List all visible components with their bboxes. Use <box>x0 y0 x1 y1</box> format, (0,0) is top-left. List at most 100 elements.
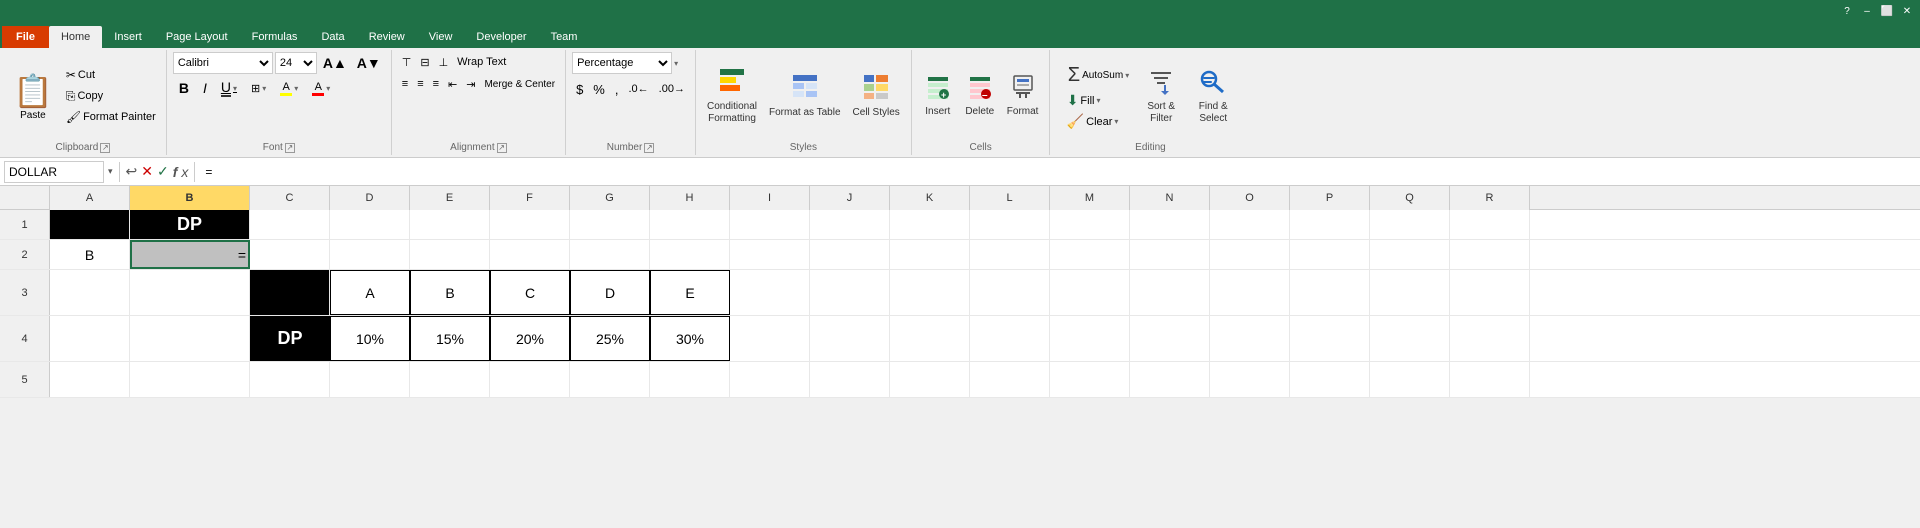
minimize-btn[interactable]: – <box>1858 3 1876 19</box>
cell-q1[interactable] <box>1370 210 1450 239</box>
cell-e5[interactable] <box>410 362 490 397</box>
cell-f4[interactable]: 20% <box>490 316 570 361</box>
tab-view[interactable]: View <box>417 26 465 48</box>
name-box-arrow[interactable]: ▾ <box>108 166 113 177</box>
cell-r1[interactable] <box>1450 210 1530 239</box>
conditional-formatting-button[interactable]: ConditionalFormatting <box>702 64 762 128</box>
comma-btn[interactable]: , <box>611 79 623 99</box>
cell-o4[interactable] <box>1210 316 1290 361</box>
cell-h4[interactable]: 30% <box>650 316 730 361</box>
tab-review[interactable]: Review <box>357 26 417 48</box>
row-header-3[interactable]: 3 <box>0 270 50 315</box>
restore-btn[interactable]: ⬜ <box>1878 3 1896 19</box>
col-header-n[interactable]: N <box>1130 186 1210 210</box>
increase-decimal-btn[interactable]: .00→ <box>655 79 689 99</box>
cell-p5[interactable] <box>1290 362 1370 397</box>
col-header-m[interactable]: M <box>1050 186 1130 210</box>
row-header-1[interactable]: 1 <box>0 210 50 239</box>
tab-formulas[interactable]: Formulas <box>240 26 310 48</box>
cell-p2[interactable] <box>1290 240 1370 269</box>
paste-button[interactable]: 📋 Paste <box>6 69 60 124</box>
sort-filter-button[interactable]: Sort &Filter <box>1136 64 1186 128</box>
fill-button[interactable]: ⬇ Fill ▾ <box>1063 91 1135 111</box>
tab-developer[interactable]: Developer <box>464 26 538 48</box>
cell-q4[interactable] <box>1370 316 1450 361</box>
number-format-select[interactable]: Percentage <box>572 52 672 74</box>
cell-i5[interactable] <box>730 362 810 397</box>
format-button[interactable]: Format <box>1002 71 1044 121</box>
font-color-button[interactable]: A ▾ <box>306 78 336 98</box>
font-family-select[interactable]: Calibri <box>173 52 273 74</box>
cell-o1[interactable] <box>1210 210 1290 239</box>
cell-q5[interactable] <box>1370 362 1450 397</box>
col-header-f[interactable]: F <box>490 186 570 210</box>
format-painter-button[interactable]: 🖌 Format Painter <box>62 107 160 127</box>
cell-i2[interactable] <box>730 240 810 269</box>
cell-l2[interactable] <box>970 240 1050 269</box>
cell-c1[interactable] <box>250 210 330 239</box>
decrease-indent-btn[interactable]: ⇤ <box>444 74 461 94</box>
cell-e2[interactable] <box>410 240 490 269</box>
tab-data[interactable]: Data <box>309 26 356 48</box>
cell-k1[interactable] <box>890 210 970 239</box>
cell-g2[interactable] <box>570 240 650 269</box>
align-middle-btn[interactable]: ⊟ <box>416 52 433 72</box>
cell-h1[interactable] <box>650 210 730 239</box>
increase-font-btn[interactable]: A▲ <box>319 53 351 73</box>
currency-btn[interactable]: $ <box>572 79 587 99</box>
insert-button[interactable]: + Insert <box>918 71 958 121</box>
cell-n1[interactable] <box>1130 210 1210 239</box>
cell-d2[interactable] <box>330 240 410 269</box>
cell-r3[interactable] <box>1450 270 1530 315</box>
fill-color-button[interactable]: A ▾ <box>274 78 304 98</box>
cell-o2[interactable] <box>1210 240 1290 269</box>
col-header-e[interactable]: E <box>410 186 490 210</box>
col-header-p[interactable]: P <box>1290 186 1370 210</box>
cell-q2[interactable] <box>1370 240 1450 269</box>
cell-d1[interactable] <box>330 210 410 239</box>
cell-m3[interactable] <box>1050 270 1130 315</box>
cell-d5[interactable] <box>330 362 410 397</box>
wrap-text-button[interactable]: Wrap Text <box>453 52 510 72</box>
cell-j1[interactable] <box>810 210 890 239</box>
cell-e3[interactable]: B <box>410 270 490 315</box>
cell-b5[interactable] <box>130 362 250 397</box>
col-header-g[interactable]: G <box>570 186 650 210</box>
cell-k2[interactable] <box>890 240 970 269</box>
cell-a1[interactable] <box>50 210 130 239</box>
cut-button[interactable]: ✂ Cut <box>62 65 160 85</box>
cell-e1[interactable] <box>410 210 490 239</box>
col-header-d[interactable]: D <box>330 186 410 210</box>
format-as-table-button[interactable]: Format as Table <box>764 70 846 122</box>
cell-r2[interactable] <box>1450 240 1530 269</box>
col-header-c[interactable]: C <box>250 186 330 210</box>
decrease-font-btn[interactable]: A▼ <box>353 53 385 73</box>
align-top-btn[interactable]: ⊤ <box>398 52 416 72</box>
cell-k5[interactable] <box>890 362 970 397</box>
insert-function-icon[interactable]: f <box>173 164 178 180</box>
tab-home[interactable]: Home <box>49 26 102 48</box>
cell-p1[interactable] <box>1290 210 1370 239</box>
cell-n5[interactable] <box>1130 362 1210 397</box>
tab-insert[interactable]: Insert <box>102 26 154 48</box>
cell-b3[interactable] <box>130 270 250 315</box>
cell-k4[interactable] <box>890 316 970 361</box>
cell-o5[interactable] <box>1210 362 1290 397</box>
cell-f5[interactable] <box>490 362 570 397</box>
cell-styles-button[interactable]: Cell Styles <box>848 70 905 122</box>
col-header-a[interactable]: A <box>50 186 130 210</box>
copy-button[interactable]: ⎘ Copy <box>62 86 160 106</box>
align-center-btn[interactable]: ≡ <box>413 74 427 94</box>
col-header-i[interactable]: I <box>730 186 810 210</box>
cell-g3[interactable]: D <box>570 270 650 315</box>
cancel-formula-icon[interactable]: ✕ <box>141 163 153 180</box>
cell-l4[interactable] <box>970 316 1050 361</box>
border-button[interactable]: ⊞ ▾ <box>245 78 272 98</box>
cell-i4[interactable] <box>730 316 810 361</box>
underline-button[interactable]: U ▾ <box>215 78 243 98</box>
cell-h5[interactable] <box>650 362 730 397</box>
cell-p4[interactable] <box>1290 316 1370 361</box>
cell-d3[interactable]: A <box>330 270 410 315</box>
align-left-btn[interactable]: ≡ <box>398 74 412 94</box>
cell-j2[interactable] <box>810 240 890 269</box>
